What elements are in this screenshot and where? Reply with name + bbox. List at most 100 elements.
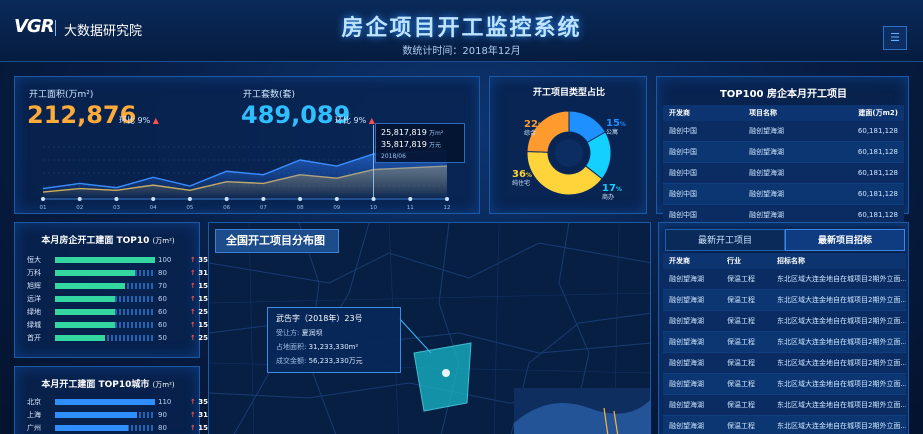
x-tick-label: 01 xyxy=(40,205,47,211)
x-tick-label: 02 xyxy=(76,205,83,211)
table-cell: 融创望海湖 xyxy=(749,190,784,198)
bar-fill xyxy=(55,308,115,315)
table-row[interactable]: 融创望海湖 保温工程 东北区域大连金地自在城项目2期外立面... xyxy=(663,311,906,332)
up-arrow-icon: ↑ xyxy=(189,320,199,329)
x-tick-dot xyxy=(334,197,339,201)
top100-title: TOP100 房企本月开工项目 xyxy=(719,89,847,100)
popup-value: 56,233,330万元 xyxy=(308,357,363,365)
bar-row: 绿城 60 ↑ 15% xyxy=(27,318,215,331)
table-row[interactable]: 融创望海湖 保温工程 东北区域大连金地自在城项目2期外立面... xyxy=(663,353,906,374)
bar-track xyxy=(55,334,155,341)
table-cell: 保温工程 xyxy=(727,275,755,283)
project-type-panel: 开工项目类型占比 15% 公寓 17% 商办 36% 纯住宅 22% 综合 xyxy=(489,76,647,214)
map-panel[interactable]: 全国开工项目分布图 武告字（2018年）23号 受让方: 夏润坝 占地面积: 31… xyxy=(208,222,651,434)
table-row[interactable]: 融创望海湖 保温工程 东北区域大连金地自在城项目2期外立面... xyxy=(663,332,906,353)
list-icon[interactable]: ☰ xyxy=(883,26,907,50)
x-tick-label: 06 xyxy=(223,205,230,211)
donut-value-商办: 17% xyxy=(602,183,622,194)
table-row[interactable]: 融创望海湖 保温工程 东北区域大连金地自在城项目2期外立面... xyxy=(663,416,906,434)
bar-fill xyxy=(55,398,155,405)
table-cell: 60,181,128 xyxy=(857,127,898,135)
table-cell: 融创望海湖 xyxy=(749,169,784,177)
bar-fill xyxy=(55,321,115,328)
table-row[interactable]: 融创望海湖 保温工程 东北区域大连金地自在城项目2期外立面... xyxy=(663,374,906,395)
bar-track xyxy=(55,269,155,276)
x-tick-label: 08 xyxy=(297,205,304,211)
tab-latest-projects[interactable]: 最新开工项目 xyxy=(665,229,785,251)
top10-cities-panel: 本月开工建面 TOP10城市 (万m²) 北京 110 ↑ 35% 上海 90 ↑ 31%… xyxy=(14,366,215,434)
bar-row: 绿地 60 ↑ 25% xyxy=(27,305,215,318)
tooltip-value-1: 25,817,819 xyxy=(381,128,427,137)
column-header: 开发商 xyxy=(669,109,690,117)
table-cell: 融创望海湖 xyxy=(749,211,784,219)
table-row[interactable]: 融创望海湖 保温工程 东北区域大连金地自在城项目2期外立面... xyxy=(663,269,906,290)
popup-rows: 受让方: 夏润坝占地面积: 31,233,330m² 成交金额: 56,233,3… xyxy=(276,326,392,368)
table-cell: 东北区域大连金地自在城项目2期外立面... xyxy=(777,275,906,283)
table-cell: 融创望海湖 xyxy=(669,359,704,367)
up-arrow-icon: ↑ xyxy=(189,307,199,316)
table-header: 开发商 行业 招标名称 xyxy=(663,253,906,269)
popup-value: 31,233,330m² xyxy=(308,343,359,351)
tab-latest-bidding[interactable]: 最新项目招标 xyxy=(785,229,905,251)
top10-companies-unit: (万m²) xyxy=(152,237,175,245)
map-popup: 武告字（2018年）23号 受让方: 夏润坝 占地面积: 31,233,330m²… xyxy=(267,307,401,373)
table-cell: 融创望海湖 xyxy=(749,127,784,135)
bar-track xyxy=(55,411,155,418)
tooltip-unit-2: 万元 xyxy=(429,142,442,149)
bar-label: 北京 xyxy=(27,397,41,406)
tooltip-value-2: 35,817,819 xyxy=(381,140,427,149)
bar-label: 上海 xyxy=(27,410,41,419)
bar-fill xyxy=(55,282,125,289)
table-cell: 东北区域大连金地自在城项目2期外立面... xyxy=(777,338,906,346)
up-arrow-icon: ↑ xyxy=(189,281,199,290)
donut-label-纯住宅: 纯住宅 xyxy=(512,179,530,187)
donut-percent-sign: % xyxy=(538,122,544,129)
bar-label: 旭辉 xyxy=(27,281,41,290)
table-cell: 融创中国 xyxy=(669,211,697,219)
popup-row: 受让方: 夏润坝 xyxy=(276,326,392,340)
popup-label: 成交金额: xyxy=(276,357,309,365)
bar-row: 首开 50 ↑ 25% xyxy=(27,331,215,344)
bar-value: 90 xyxy=(158,410,167,419)
column-header: 招标名称 xyxy=(777,257,805,265)
donut-center xyxy=(555,139,583,167)
table-row[interactable]: 融创中国 融创望海湖 60,181,128 xyxy=(663,142,904,163)
bar-track xyxy=(55,256,155,263)
bar-value: 60 xyxy=(158,294,167,303)
bar-row: 广州 80 ↑ 15% xyxy=(27,421,215,434)
bar-value: 60 xyxy=(158,307,167,316)
table-row[interactable]: 融创中国 融创望海湖 60,181,128 xyxy=(663,163,904,184)
table-cell: 融创中国 xyxy=(669,190,697,198)
table-cell: 东北区域大连金地自在城项目2期外立面... xyxy=(777,317,906,325)
bar-track xyxy=(55,424,155,431)
x-tick-dot xyxy=(261,197,266,201)
x-tick-label: 03 xyxy=(113,205,120,211)
bar-track xyxy=(55,282,155,289)
table-cell: 保温工程 xyxy=(727,380,755,388)
bar-value: 80 xyxy=(158,268,167,277)
x-tick-label: 12 xyxy=(444,205,451,211)
table-row[interactable]: 融创望海湖 保温工程 东北区域大连金地自在城项目2期外立面... xyxy=(663,395,906,416)
bar-fill xyxy=(55,424,128,431)
table-cell: 融创望海湖 xyxy=(669,338,704,346)
bar-fill xyxy=(55,295,115,302)
bar-track xyxy=(55,398,155,405)
column-header: 项目名称 xyxy=(749,109,777,117)
table-cell: 保温工程 xyxy=(727,338,755,346)
bar-value: 60 xyxy=(158,320,167,329)
table-row[interactable]: 融创望海湖 保温工程 东北区域大连金地自在城项目2期外立面... xyxy=(663,290,906,311)
bar-value: 80 xyxy=(158,423,167,432)
popup-label: 占地面积: xyxy=(276,343,309,351)
table-row[interactable]: 融创中国 融创望海湖 60,181,128 xyxy=(663,121,904,142)
bar-row: 远洋 60 ↑ 15% xyxy=(27,292,215,305)
table-cell: 东北区域大连金地自在城项目2期外立面... xyxy=(777,401,906,409)
table-cell: 60,181,128 xyxy=(857,211,898,219)
table-row[interactable]: 融创中国 融创望海湖 60,181,128 xyxy=(663,184,904,205)
table-cell: 保温工程 xyxy=(727,317,755,325)
header-bar: VGR 大数据研究院 房企项目开工监控系统 数统计时间：2018年12月 ☰ xyxy=(0,0,923,62)
x-tick-dot xyxy=(114,197,119,201)
x-tick-label: 11 xyxy=(407,205,414,211)
top100-table: 开发商 项目名称 建面(万m2) 融创中国 融创望海湖 60,181,128 融创中国 融创望… xyxy=(663,105,904,226)
bar-label: 首开 xyxy=(27,333,41,342)
table-cell: 60,181,128 xyxy=(857,148,898,156)
